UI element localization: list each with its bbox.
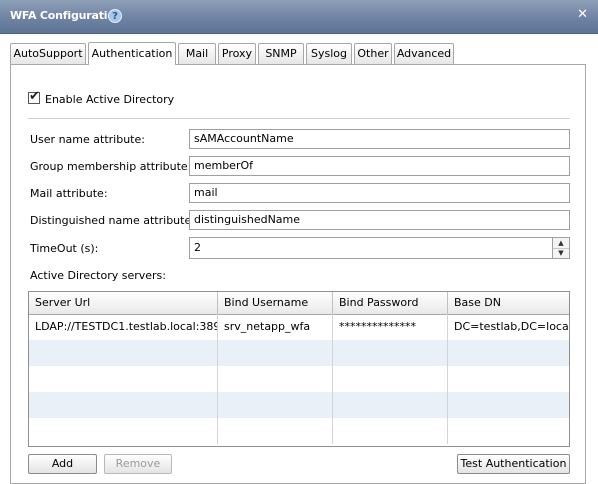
ad-servers-table: Server Url Bind Username Bind Password B… xyxy=(28,291,570,447)
empty-row xyxy=(29,392,569,418)
distinguished-name-attribute-input[interactable]: distinguishedName xyxy=(189,210,570,230)
bind-username-cell: srv_netapp_wfa xyxy=(218,314,333,340)
window-title: WFA Configuration xyxy=(10,9,123,22)
timeout-input[interactable]: 2 xyxy=(189,237,553,259)
distinguished-name-attribute-label: Distinguished name attribute: xyxy=(30,214,195,227)
tab-authentication[interactable]: Authentication xyxy=(88,42,176,65)
checkmark-icon: ✔ xyxy=(29,89,40,104)
column-header-bind-password[interactable]: Bind Password xyxy=(333,292,448,314)
empty-row xyxy=(29,418,569,444)
table-header: Server Url Bind Username Bind Password B… xyxy=(29,292,569,315)
user-name-attribute-label: User name attribute: xyxy=(30,133,145,146)
title-bar: WFA Configuration ? ✕ xyxy=(0,0,598,34)
mail-attribute-input[interactable]: mail xyxy=(189,183,570,203)
tab-mail[interactable]: Mail xyxy=(178,43,216,64)
empty-row xyxy=(29,340,569,366)
column-header-server-url[interactable]: Server Url xyxy=(29,292,218,314)
server-url-cell: LDAP://TESTDC1.testlab.local:389 xyxy=(29,314,218,340)
help-icon[interactable]: ? xyxy=(108,9,122,23)
user-name-attribute-input[interactable]: sAMAccountName xyxy=(189,129,570,149)
enable-ad-checkbox[interactable]: ✔ xyxy=(28,89,40,104)
group-membership-attribute-input[interactable]: memberOf xyxy=(189,156,570,176)
timeout-label: TimeOut (s): xyxy=(30,242,99,255)
divider xyxy=(28,118,570,119)
tab-autosupport[interactable]: AutoSupport xyxy=(10,43,86,64)
column-header-base-dn[interactable]: Base DN xyxy=(448,292,569,314)
tab-other[interactable]: Other xyxy=(354,43,392,64)
timeout-spinner: ▲ ▼ xyxy=(552,237,570,259)
spinner-down-icon[interactable]: ▼ xyxy=(553,248,569,258)
empty-row xyxy=(29,366,569,392)
enable-ad-label: Enable Active Directory xyxy=(45,93,175,106)
close-icon[interactable]: ✕ xyxy=(577,7,588,22)
table-row[interactable]: LDAP://TESTDC1.testlab.local:389 srv_net… xyxy=(29,314,569,340)
mail-attribute-label: Mail attribute: xyxy=(30,187,108,200)
add-button[interactable]: Add xyxy=(28,454,97,474)
tab-advanced[interactable]: Advanced xyxy=(394,43,454,64)
remove-button[interactable]: Remove xyxy=(104,454,172,474)
base-dn-cell: DC=testlab,DC=local xyxy=(454,320,569,333)
ad-servers-label: Active Directory servers: xyxy=(30,269,166,282)
test-authentication-button[interactable]: Test Authentication xyxy=(457,454,570,474)
tab-proxy[interactable]: Proxy xyxy=(218,43,256,64)
bind-password-cell: ************** xyxy=(333,314,448,340)
tab-syslog[interactable]: Syslog xyxy=(306,43,352,64)
group-membership-attribute-label: Group membership attribute: xyxy=(30,160,192,173)
column-header-bind-username[interactable]: Bind Username xyxy=(218,292,333,314)
tab-snmp[interactable]: SNMP xyxy=(258,43,304,64)
